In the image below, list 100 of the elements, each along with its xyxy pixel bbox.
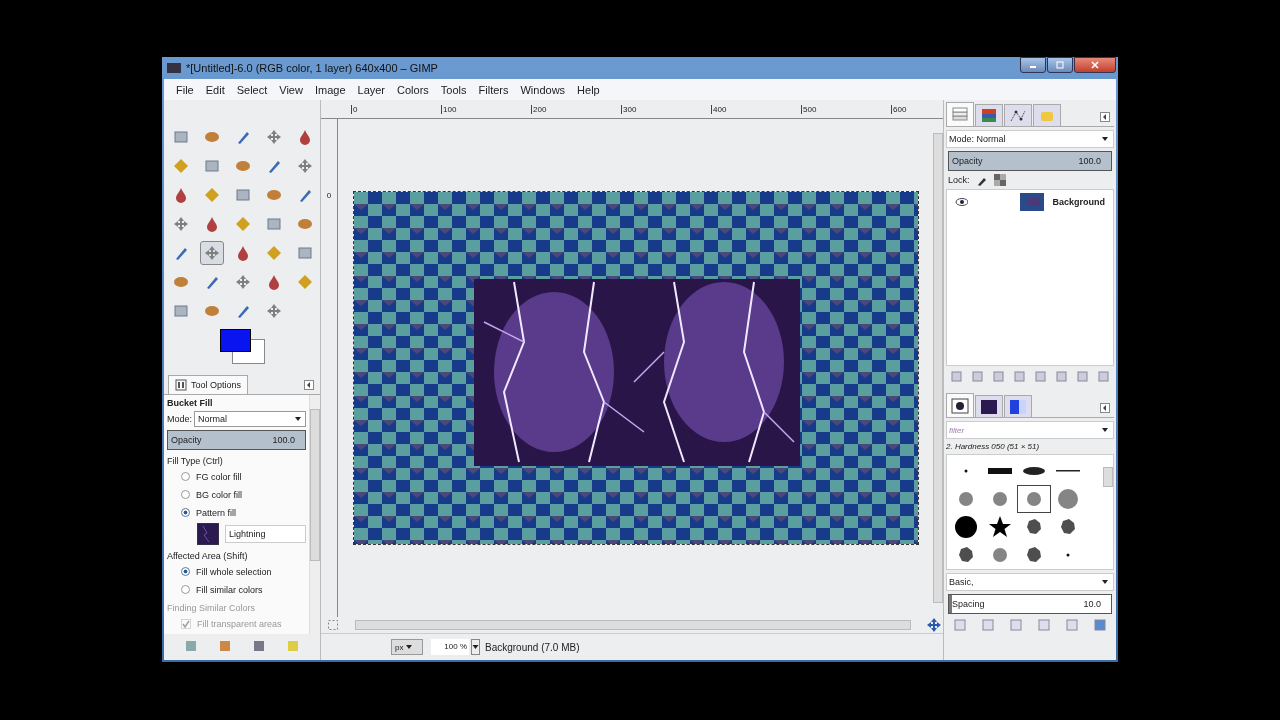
circle-icon xyxy=(204,303,220,319)
radio-option[interactable]: Fill whole selection xyxy=(167,564,306,579)
undo-tab[interactable] xyxy=(1033,104,1061,126)
channels-tab[interactable] xyxy=(975,104,1003,126)
checkerboard-icon[interactable] xyxy=(993,174,1006,186)
menu-item[interactable]: Windows xyxy=(514,83,572,96)
close-icon xyxy=(1091,61,1099,69)
scrollbar[interactable] xyxy=(355,620,911,630)
cross-icon xyxy=(173,216,189,232)
menu-item[interactable]: Filters xyxy=(472,83,515,96)
quick-mask-icon[interactable] xyxy=(327,619,339,631)
menu-item[interactable]: Tools xyxy=(434,83,473,96)
panel-menu-icon[interactable] xyxy=(1100,403,1110,413)
maximize-button[interactable] xyxy=(1047,57,1073,73)
action-icon[interactable] xyxy=(185,640,197,652)
brush-action-icon[interactable] xyxy=(982,619,994,631)
brush-action-icon[interactable] xyxy=(1038,619,1050,631)
menu-item[interactable]: File xyxy=(170,83,200,96)
menu-item[interactable]: Select xyxy=(230,83,274,96)
opacity-slider[interactable]: Opacity 100.0 xyxy=(948,151,1112,171)
layer-action-icon[interactable] xyxy=(1014,371,1025,382)
layer-action-icon[interactable] xyxy=(1035,371,1046,382)
brush-shape-icon xyxy=(1058,489,1078,509)
menu-item[interactable]: Layer xyxy=(351,83,392,96)
brush-icon xyxy=(235,303,251,319)
option-label: Fill whole selection xyxy=(196,566,272,577)
layer-action-icon[interactable] xyxy=(993,371,1004,382)
star-icon xyxy=(989,516,1011,537)
option-label: Pattern fill xyxy=(196,507,237,518)
scrollbar[interactable] xyxy=(309,395,320,634)
menu-item[interactable]: Edit xyxy=(199,83,231,96)
panel-menu-icon[interactable] xyxy=(304,380,314,390)
radio-option[interactable]: FG color fill xyxy=(167,469,306,484)
gradient-icon xyxy=(1009,398,1027,415)
radio-option[interactable]: Pattern fill xyxy=(167,505,306,520)
patterns-tab[interactable] xyxy=(975,395,1003,417)
brush-icon xyxy=(204,274,220,290)
close-button[interactable] xyxy=(1074,57,1116,73)
brush-preview[interactable] xyxy=(1017,485,1051,513)
menu-item[interactable]: Colors xyxy=(391,83,435,96)
layer-row[interactable]: Background xyxy=(947,190,1113,214)
brushes-tab[interactable] xyxy=(946,393,974,417)
pattern-name-field[interactable]: Lightning xyxy=(225,525,306,543)
mode-dropdown[interactable]: Normal xyxy=(194,411,306,427)
radio-button[interactable] xyxy=(181,567,190,576)
gradients-tab[interactable] xyxy=(1004,395,1032,417)
layer-action-icon[interactable] xyxy=(972,371,983,382)
brush-name: 2. Hardness 050 (51 × 51) xyxy=(946,442,1041,451)
ruler-label: 0 xyxy=(351,104,441,114)
spacing-slider[interactable]: Spacing 10.0 xyxy=(948,594,1112,614)
radio-button[interactable] xyxy=(181,508,190,517)
drop-icon xyxy=(297,129,313,145)
panel-menu-icon[interactable] xyxy=(1100,112,1110,122)
minimize-button[interactable] xyxy=(1020,57,1046,73)
radio-option[interactable]: Fill similar colors xyxy=(167,582,306,597)
brush-shape-icon xyxy=(1027,519,1041,534)
diamond-icon xyxy=(173,158,189,174)
action-icon[interactable] xyxy=(219,640,231,652)
brush-action-icon[interactable] xyxy=(954,619,966,631)
action-icon[interactable] xyxy=(253,640,265,652)
zoom-field[interactable]: 100 % xyxy=(431,639,469,655)
radio-button[interactable] xyxy=(181,490,190,499)
cross-tool[interactable] xyxy=(200,241,224,265)
brush-shape-icon xyxy=(1066,553,1070,557)
app-icon xyxy=(167,63,181,73)
layer-action-icon[interactable] xyxy=(1098,371,1109,382)
option-label: BG color fill xyxy=(196,489,242,500)
radio-button[interactable] xyxy=(181,472,190,481)
pattern-swatch[interactable] xyxy=(197,523,219,545)
move-icon[interactable] xyxy=(927,618,941,632)
menu-item[interactable]: Image xyxy=(308,83,352,96)
tag-field[interactable]: Basic, xyxy=(946,573,1114,591)
cross-icon xyxy=(297,158,313,174)
opacity-slider[interactable]: Opacity 100.0 xyxy=(167,430,306,450)
filter-dropdown[interactable]: filter xyxy=(946,421,1114,439)
unit-dropdown[interactable]: px xyxy=(391,639,423,655)
brush-shape-icon xyxy=(1023,467,1045,475)
brush-action-icon[interactable] xyxy=(1066,619,1078,631)
menu-item[interactable]: Help xyxy=(571,83,606,96)
brush-icon xyxy=(235,129,251,145)
layer-action-icon[interactable] xyxy=(1056,371,1067,382)
brush-action-icon[interactable] xyxy=(1094,619,1106,631)
circle-icon xyxy=(235,158,251,174)
menu-item[interactable]: View xyxy=(273,83,309,96)
radio-button[interactable] xyxy=(181,585,190,594)
paths-tab[interactable] xyxy=(1004,104,1032,126)
tool-name: Bucket Fill xyxy=(167,398,214,408)
layer-name: Background xyxy=(1052,197,1105,207)
drop-icon xyxy=(204,216,220,232)
brush-action-icon[interactable] xyxy=(1010,619,1022,631)
layer-action-icon[interactable] xyxy=(1077,371,1088,382)
mode-dropdown[interactable]: Mode: Normal xyxy=(946,130,1114,148)
eye-icon[interactable] xyxy=(955,197,968,207)
layers-tab[interactable] xyxy=(946,102,974,126)
tool-options-tab[interactable]: Tool Options xyxy=(168,375,249,394)
circle-icon xyxy=(297,216,313,232)
radio-option[interactable]: BG color fill xyxy=(167,487,306,502)
color-swatches-drawing[interactable] xyxy=(220,329,268,367)
ruler-label: 400 xyxy=(711,104,801,114)
layer-action-icon[interactable] xyxy=(951,371,962,382)
